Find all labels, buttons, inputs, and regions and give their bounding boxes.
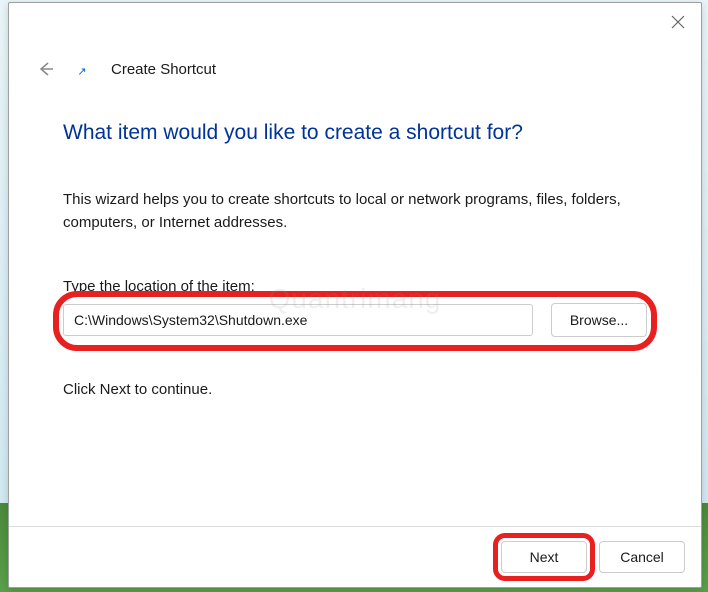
close-button[interactable] — [669, 13, 687, 31]
close-icon — [671, 15, 685, 29]
dialog-footer: Next Cancel — [9, 526, 701, 587]
location-input-row: Browse... — [63, 303, 647, 337]
create-shortcut-dialog: ↗ Create Shortcut What item would you li… — [8, 2, 702, 588]
next-button-wrapper: Next — [501, 541, 587, 573]
arrow-left-icon — [36, 60, 54, 78]
dialog-content: What item would you like to create a sho… — [9, 81, 701, 526]
wizard-description: This wizard helps you to create shortcut… — [63, 189, 647, 234]
shortcut-icon: ↗ — [75, 64, 89, 78]
main-heading: What item would you like to create a sho… — [63, 121, 647, 145]
continue-instruction: Click Next to continue. — [63, 381, 647, 398]
next-button[interactable]: Next — [501, 541, 587, 573]
back-button[interactable] — [33, 57, 57, 81]
header-row: ↗ Create Shortcut — [9, 39, 701, 81]
browse-button[interactable]: Browse... — [551, 303, 647, 337]
location-label: Type the location of the item: — [63, 278, 647, 295]
location-input[interactable] — [63, 304, 533, 336]
dialog-title: Create Shortcut — [111, 61, 216, 78]
titlebar — [9, 3, 701, 39]
cancel-button[interactable]: Cancel — [599, 541, 685, 573]
